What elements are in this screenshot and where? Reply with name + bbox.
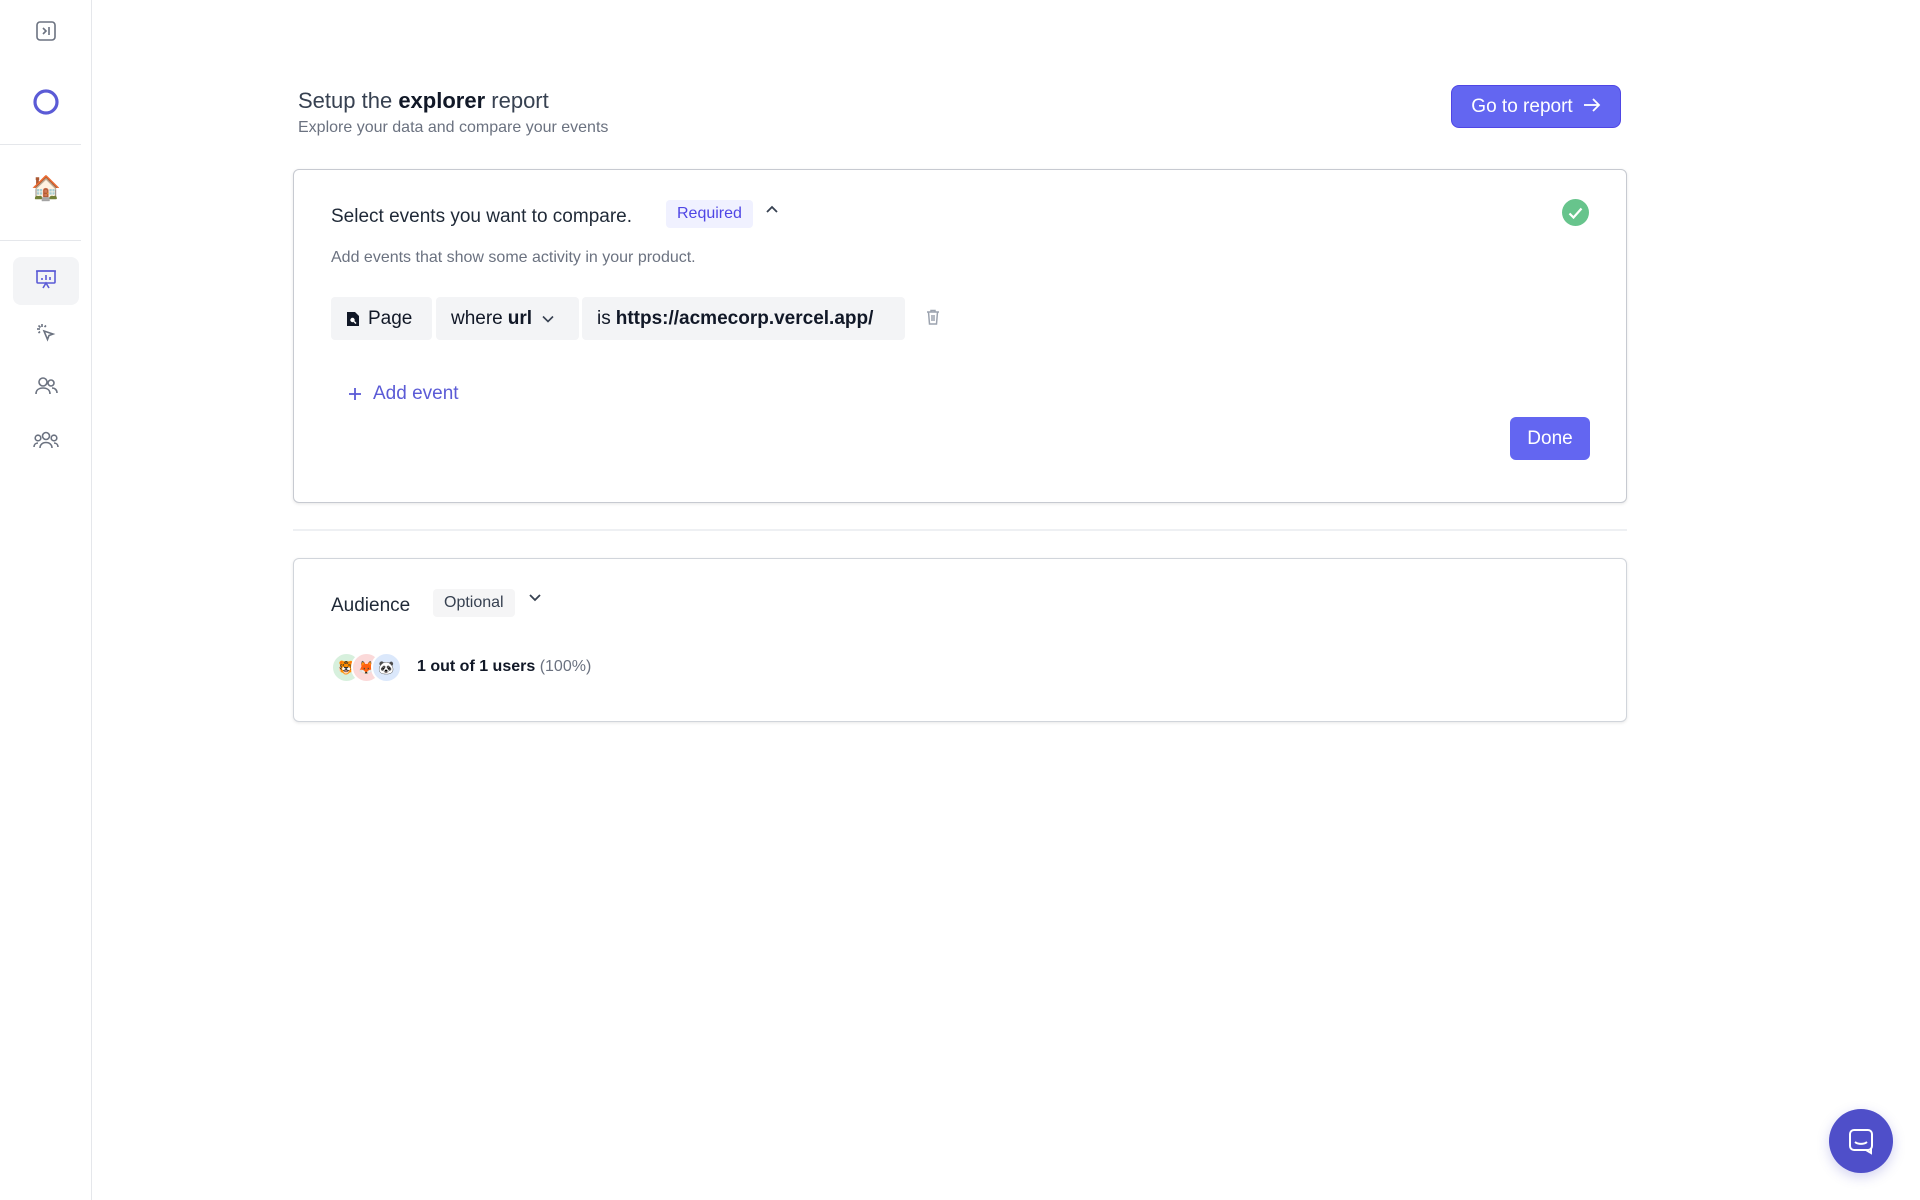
events-section: Select events you want to compare. Requi… — [293, 169, 1627, 503]
sidebar-item-users[interactable] — [13, 364, 79, 412]
chat-icon — [1846, 1126, 1876, 1156]
where-field-pill[interactable]: where url — [436, 297, 579, 340]
title-report-type: explorer — [398, 88, 486, 113]
sidebar-item-groups[interactable] — [13, 418, 79, 466]
event-type-label: Page — [368, 307, 413, 329]
chat-launcher-button[interactable] — [1829, 1109, 1893, 1173]
sidebar-divider — [0, 144, 81, 145]
page-title: Setup the explorer report — [298, 88, 549, 114]
section-divider — [293, 529, 1627, 531]
title-prefix: Setup the — [298, 88, 393, 113]
avatar: 🐼 — [371, 652, 402, 683]
sidebar-divider — [0, 240, 81, 241]
presentation-chart-icon — [34, 267, 58, 296]
required-badge: Required — [666, 200, 753, 228]
collapse-button[interactable] — [762, 200, 782, 220]
expand-button[interactable] — [525, 589, 545, 609]
sidebar-item-events[interactable] — [13, 311, 79, 359]
events-hint: Add events that show some activity in yo… — [331, 249, 696, 266]
sidebar-item-home[interactable]: 🏠 — [13, 165, 79, 213]
where-field: url — [507, 307, 533, 329]
arrow-right-icon — [1583, 96, 1601, 118]
add-event-label: Add event — [373, 383, 459, 404]
cursor-click-icon — [34, 321, 58, 350]
audience-percent: (100%) — [539, 658, 592, 675]
user-group-icon — [32, 428, 60, 457]
audience-section: Audience Optional 🐯 🦊 🐼 1 out of 1 users… — [293, 558, 1627, 722]
title-suffix: report — [491, 88, 549, 113]
complete-check-icon — [1562, 199, 1589, 226]
ring-logo-icon — [32, 88, 60, 121]
chevron-up-icon — [765, 201, 779, 219]
is-value-pill[interactable]: is https://acmecorp.vercel.app/ — [582, 297, 905, 340]
go-to-report-button[interactable]: Go to report — [1451, 85, 1621, 128]
audience-count-value: 1 out of 1 users — [417, 658, 536, 675]
sidebar-item-reports[interactable] — [13, 257, 79, 305]
house-icon: 🏠 — [31, 175, 61, 202]
chevron-down-icon — [542, 315, 554, 323]
audience-count: 1 out of 1 users (100%) — [417, 658, 591, 676]
plus-icon — [347, 386, 363, 402]
event-type-pill[interactable]: Page — [331, 297, 432, 340]
done-button[interactable]: Done — [1510, 417, 1590, 460]
chevron-down-icon — [528, 590, 542, 608]
add-event-button[interactable]: Add event — [347, 383, 459, 405]
sidebar-toggle-button[interactable] — [13, 9, 79, 57]
logo[interactable] — [13, 80, 79, 128]
is-prefix: is — [597, 307, 611, 329]
go-to-report-label: Go to report — [1471, 95, 1573, 117]
optional-badge: Optional — [433, 589, 515, 617]
user-avatars: 🐯 🦊 🐼 — [331, 652, 402, 683]
page-document-icon — [346, 311, 360, 327]
events-section-title: Select events you want to compare. — [331, 206, 632, 227]
audience-section-title: Audience — [331, 595, 411, 616]
is-value: https://acmecorp.vercel.app/ — [615, 307, 874, 329]
sidebar: 🏠 — [0, 0, 92, 1200]
delete-event-button[interactable] — [922, 308, 944, 330]
where-prefix: where — [451, 307, 503, 329]
sidebar-toggle-icon — [34, 19, 58, 48]
page-subtitle: Explore your data and compare your event… — [298, 119, 609, 136]
users-icon — [33, 374, 59, 403]
trash-icon — [926, 309, 940, 330]
